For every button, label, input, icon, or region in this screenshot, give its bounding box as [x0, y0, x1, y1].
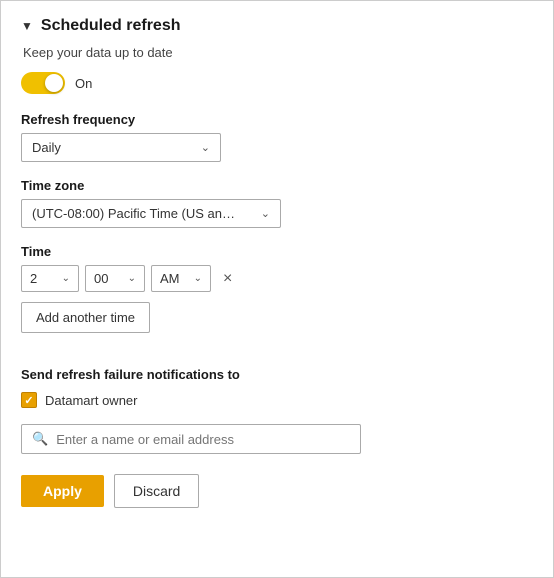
search-email-input[interactable]	[56, 432, 350, 447]
time-label: Time	[21, 244, 533, 259]
ampm-value: AM	[160, 271, 180, 286]
panel-title: Scheduled refresh	[41, 17, 181, 35]
action-buttons-row: Apply Discard	[21, 474, 533, 508]
search-icon: 🔍	[32, 431, 48, 447]
search-email-row: 🔍	[21, 424, 361, 454]
refresh-frequency-dropdown[interactable]: Daily ⌄	[21, 133, 221, 162]
time-zone-label: Time zone	[21, 178, 533, 193]
minute-value: 00	[94, 271, 108, 286]
chevron-down-icon: ⌄	[128, 273, 136, 284]
datamart-owner-label: Datamart owner	[45, 393, 137, 408]
hour-dropdown[interactable]: 2 ⌄	[21, 265, 79, 292]
subtitle: Keep your data up to date	[23, 45, 533, 60]
notifications-group: Send refresh failure notifications to ✓ …	[21, 367, 533, 408]
time-row: 2 ⌄ 00 ⌄ AM ⌄ ×	[21, 265, 533, 292]
refresh-toggle[interactable]	[21, 72, 65, 94]
notifications-label: Send refresh failure notifications to	[21, 367, 533, 382]
chevron-down-icon: ⌄	[261, 207, 270, 220]
ampm-dropdown[interactable]: AM ⌄	[151, 265, 211, 292]
minute-dropdown[interactable]: 00 ⌄	[85, 265, 145, 292]
chevron-down-icon: ⌄	[194, 273, 202, 284]
time-zone-dropdown[interactable]: (UTC-08:00) Pacific Time (US an… ⌄	[21, 199, 281, 228]
chevron-down-icon: ⌄	[62, 273, 70, 284]
remove-time-button[interactable]: ×	[217, 268, 238, 290]
time-zone-value: (UTC-08:00) Pacific Time (US an…	[32, 206, 235, 221]
toggle-row: On	[21, 72, 533, 94]
scheduled-refresh-panel: ▼ Scheduled refresh Keep your data up to…	[0, 0, 554, 578]
section-header: ▼ Scheduled refresh	[21, 17, 533, 35]
apply-button[interactable]: Apply	[21, 475, 104, 507]
add-another-time-button[interactable]: Add another time	[21, 302, 150, 333]
toggle-thumb	[45, 74, 63, 92]
refresh-frequency-value: Daily	[32, 140, 61, 155]
time-group: Time 2 ⌄ 00 ⌄ AM ⌄ × Add another time	[21, 244, 533, 351]
hour-value: 2	[30, 271, 37, 286]
chevron-down-icon: ⌄	[201, 141, 210, 154]
time-zone-group: Time zone (UTC-08:00) Pacific Time (US a…	[21, 178, 533, 228]
datamart-owner-checkbox[interactable]: ✓	[21, 392, 37, 408]
toggle-label: On	[75, 76, 92, 91]
collapse-icon[interactable]: ▼	[21, 19, 33, 33]
refresh-frequency-group: Refresh frequency Daily ⌄	[21, 112, 533, 162]
checkmark-icon: ✓	[24, 394, 33, 407]
refresh-frequency-label: Refresh frequency	[21, 112, 533, 127]
datamart-owner-row: ✓ Datamart owner	[21, 392, 533, 408]
discard-button[interactable]: Discard	[114, 474, 199, 508]
